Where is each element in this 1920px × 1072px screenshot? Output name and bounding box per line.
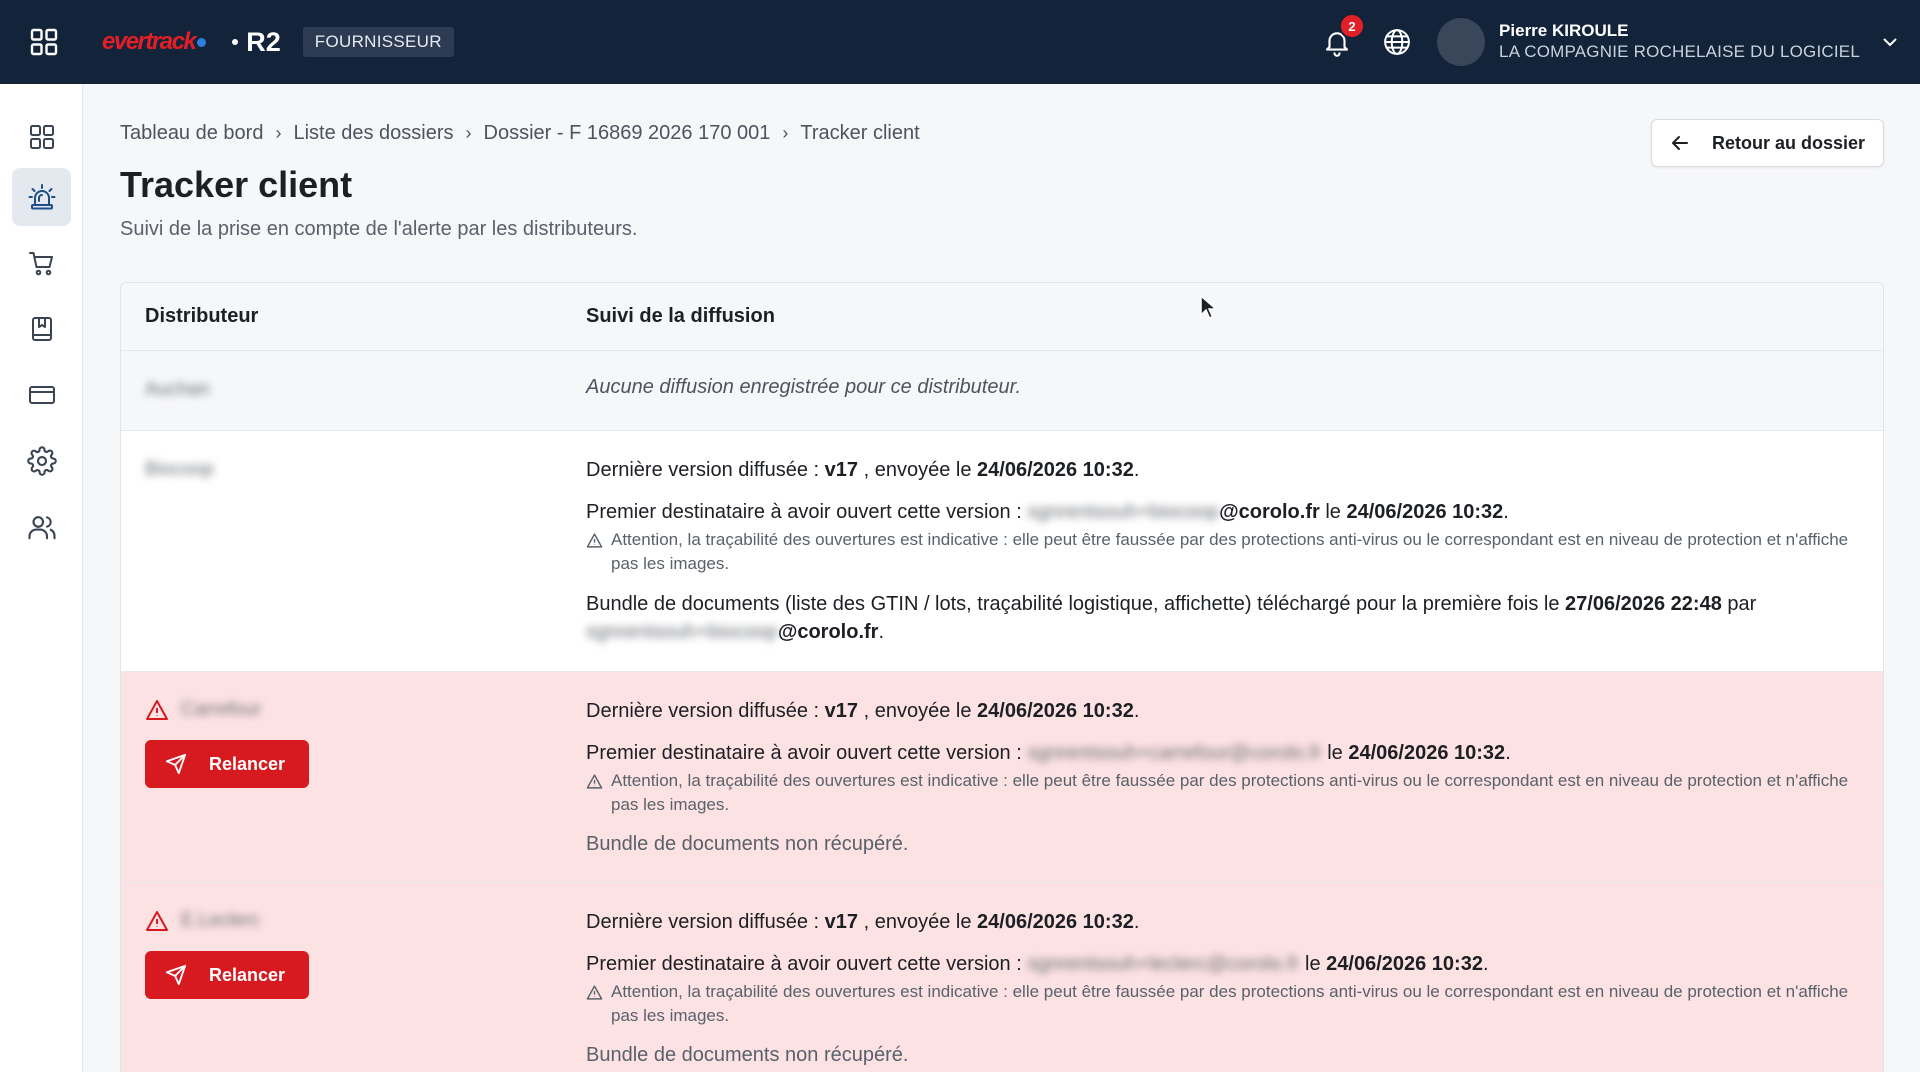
apps-grid-icon (30, 28, 58, 56)
sent-date: 24/06/2026 10:32 (977, 459, 1134, 481)
page-title: Tracker client (120, 164, 353, 205)
product-name: R2 (232, 27, 281, 58)
first-opened-line: Premier destinataire à avoir ouvert cett… (586, 953, 1489, 975)
traceability-warning: Attention, la traçabilité des ouvertures… (586, 769, 1856, 817)
traceability-warning: Attention, la traçabilité des ouvertures… (586, 980, 1856, 1028)
page-subtitle: Suivi de la prise en compte de l'alerte … (120, 218, 638, 240)
brand-logo: evertrack (102, 28, 197, 55)
warning-triangle-icon (586, 985, 603, 1000)
version-line: Dernière version diffusée : v17 , envoyé… (586, 911, 1140, 933)
masked-email: sgnrentsouh+leclerc@corolo.fr (1027, 953, 1300, 975)
table-row: Auchan Aucune diffusion enregistrée pour… (121, 351, 1883, 431)
nav-catalog[interactable] (12, 300, 71, 358)
breadcrumb-current: Tracker client (800, 122, 920, 144)
brand-logo-dot (197, 37, 207, 47)
table-row: Biocoop Dernière version diffusée : v17 … (121, 431, 1883, 672)
breadcrumb-separator: › (465, 123, 472, 143)
main-content: Tableau de bord › Liste des dossiers › D… (84, 84, 1920, 1072)
breadcrumb: Tableau de bord › Liste des dossiers › D… (120, 122, 920, 145)
shopping-cart-icon (28, 252, 53, 276)
bundle-line: Bundle de documents (liste des GTIN / lo… (586, 593, 1757, 643)
notifications-count-badge: 2 (1339, 13, 1366, 39)
version-number: v17 (824, 459, 859, 481)
warning-triangle-icon (586, 774, 603, 789)
distributor-name: Carrefour (181, 699, 262, 720)
dashboard-grid-icon (29, 125, 54, 149)
chevron-down-icon (1883, 38, 1897, 47)
column-header-distributor: Distributeur (145, 305, 259, 327)
nav-orders[interactable] (12, 234, 71, 292)
first-opened-line: Premier destinataire à avoir ouvert cett… (586, 742, 1511, 764)
nav-users[interactable] (12, 498, 71, 556)
no-diffusion-text: Aucune diffusion enregistrée pour ce dis… (586, 376, 1022, 398)
table-row: Carrefour Relancer Dernière version diff… (121, 672, 1883, 883)
first-opened-line: Premier destinataire à avoir ouvert cett… (586, 501, 1509, 523)
breadcrumb-dashboard[interactable]: Tableau de bord (120, 122, 263, 145)
globe-icon (1384, 29, 1410, 55)
role-badge: FOURNISSEUR (302, 27, 454, 57)
alert-triangle-icon (146, 911, 168, 931)
table-header: Distributeur Suivi de la diffusion (121, 283, 1883, 351)
side-navigation (0, 84, 83, 1072)
nav-billing[interactable] (12, 366, 71, 424)
remind-button[interactable]: Relancer (145, 951, 310, 999)
nav-dashboard[interactable] (12, 108, 71, 166)
email-domain: @corolo.fr (777, 621, 879, 643)
user-company: LA COMPAGNIE ROCHELAISE DU LOGICIEL (1499, 42, 1860, 61)
traceability-warning: Attention, la traçabilité des ouvertures… (586, 528, 1856, 576)
masked-email: sgnrentsouh+biocoop (586, 621, 778, 643)
masked-email: sgnrentsouh+biocoop (1027, 501, 1220, 523)
user-menu[interactable]: Pierre KIROULE LA COMPAGNIE ROCHELAISE D… (1437, 18, 1920, 66)
breadcrumb-separator: › (782, 123, 789, 143)
top-bar: evertrack R2 FOURNISSEUR 2 Pierre KIROUL… (0, 0, 1920, 84)
language-button[interactable] (1367, 0, 1427, 84)
distributor-name: E.Leclerc (181, 910, 261, 931)
breadcrumb-folder-list[interactable]: Liste des dossiers (293, 122, 453, 145)
notifications-button[interactable]: 2 (1307, 0, 1367, 84)
users-icon (27, 516, 56, 540)
masked-email: sgnrentsouh+carrefour@corolo.fr (1027, 742, 1322, 764)
send-plane-icon (165, 964, 187, 986)
avatar (1437, 18, 1486, 66)
brand[interactable]: evertrack R2 FOURNISSEUR (102, 27, 454, 58)
bundle-date: 27/06/2026 22:48 (1565, 593, 1722, 615)
app-launcher-button[interactable] (0, 0, 88, 84)
send-plane-icon (165, 753, 187, 775)
bundle-status: Bundle de documents non récupéré. (586, 1044, 909, 1066)
user-name: Pierre KIROULE (1499, 21, 1629, 40)
back-to-folder-button[interactable]: Retour au dossier (1650, 119, 1884, 167)
remind-button[interactable]: Relancer (145, 740, 310, 788)
version-line: Dernière version diffusée : v17 , envoyé… (586, 459, 1140, 481)
version-line: Dernière version diffusée : v17 , envoyé… (586, 700, 1140, 722)
email-domain: @corolo.fr (1219, 501, 1320, 523)
table-row: E.Leclerc Relancer Dernière version diff… (121, 883, 1883, 1072)
credit-card-icon (28, 386, 55, 404)
gear-icon (26, 446, 57, 476)
back-button-label: Retour au dossier (1711, 132, 1865, 153)
distributor-name: Auchan (145, 379, 210, 400)
distributor-name: Biocoop (145, 459, 214, 480)
nav-alerts[interactable] (12, 168, 71, 226)
bookmark-book-icon (31, 317, 52, 341)
bundle-status: Bundle de documents non récupéré. (586, 833, 909, 855)
mouse-pointer-icon (1200, 294, 1217, 319)
opened-date: 24/06/2026 10:32 (1346, 501, 1504, 523)
breadcrumb-separator: › (275, 123, 282, 143)
alarm-siren-icon (28, 184, 55, 210)
breadcrumb-folder[interactable]: Dossier - F 16869 2026 170 001 (484, 122, 771, 145)
distributor-tracking-table: Distributeur Suivi de la diffusion Aucha… (120, 282, 1884, 1072)
alert-triangle-icon (146, 700, 168, 720)
column-header-diffusion: Suivi de la diffusion (586, 305, 775, 327)
warning-triangle-icon (586, 533, 603, 548)
arrow-left-icon (1671, 136, 1688, 150)
nav-settings[interactable] (12, 432, 71, 490)
